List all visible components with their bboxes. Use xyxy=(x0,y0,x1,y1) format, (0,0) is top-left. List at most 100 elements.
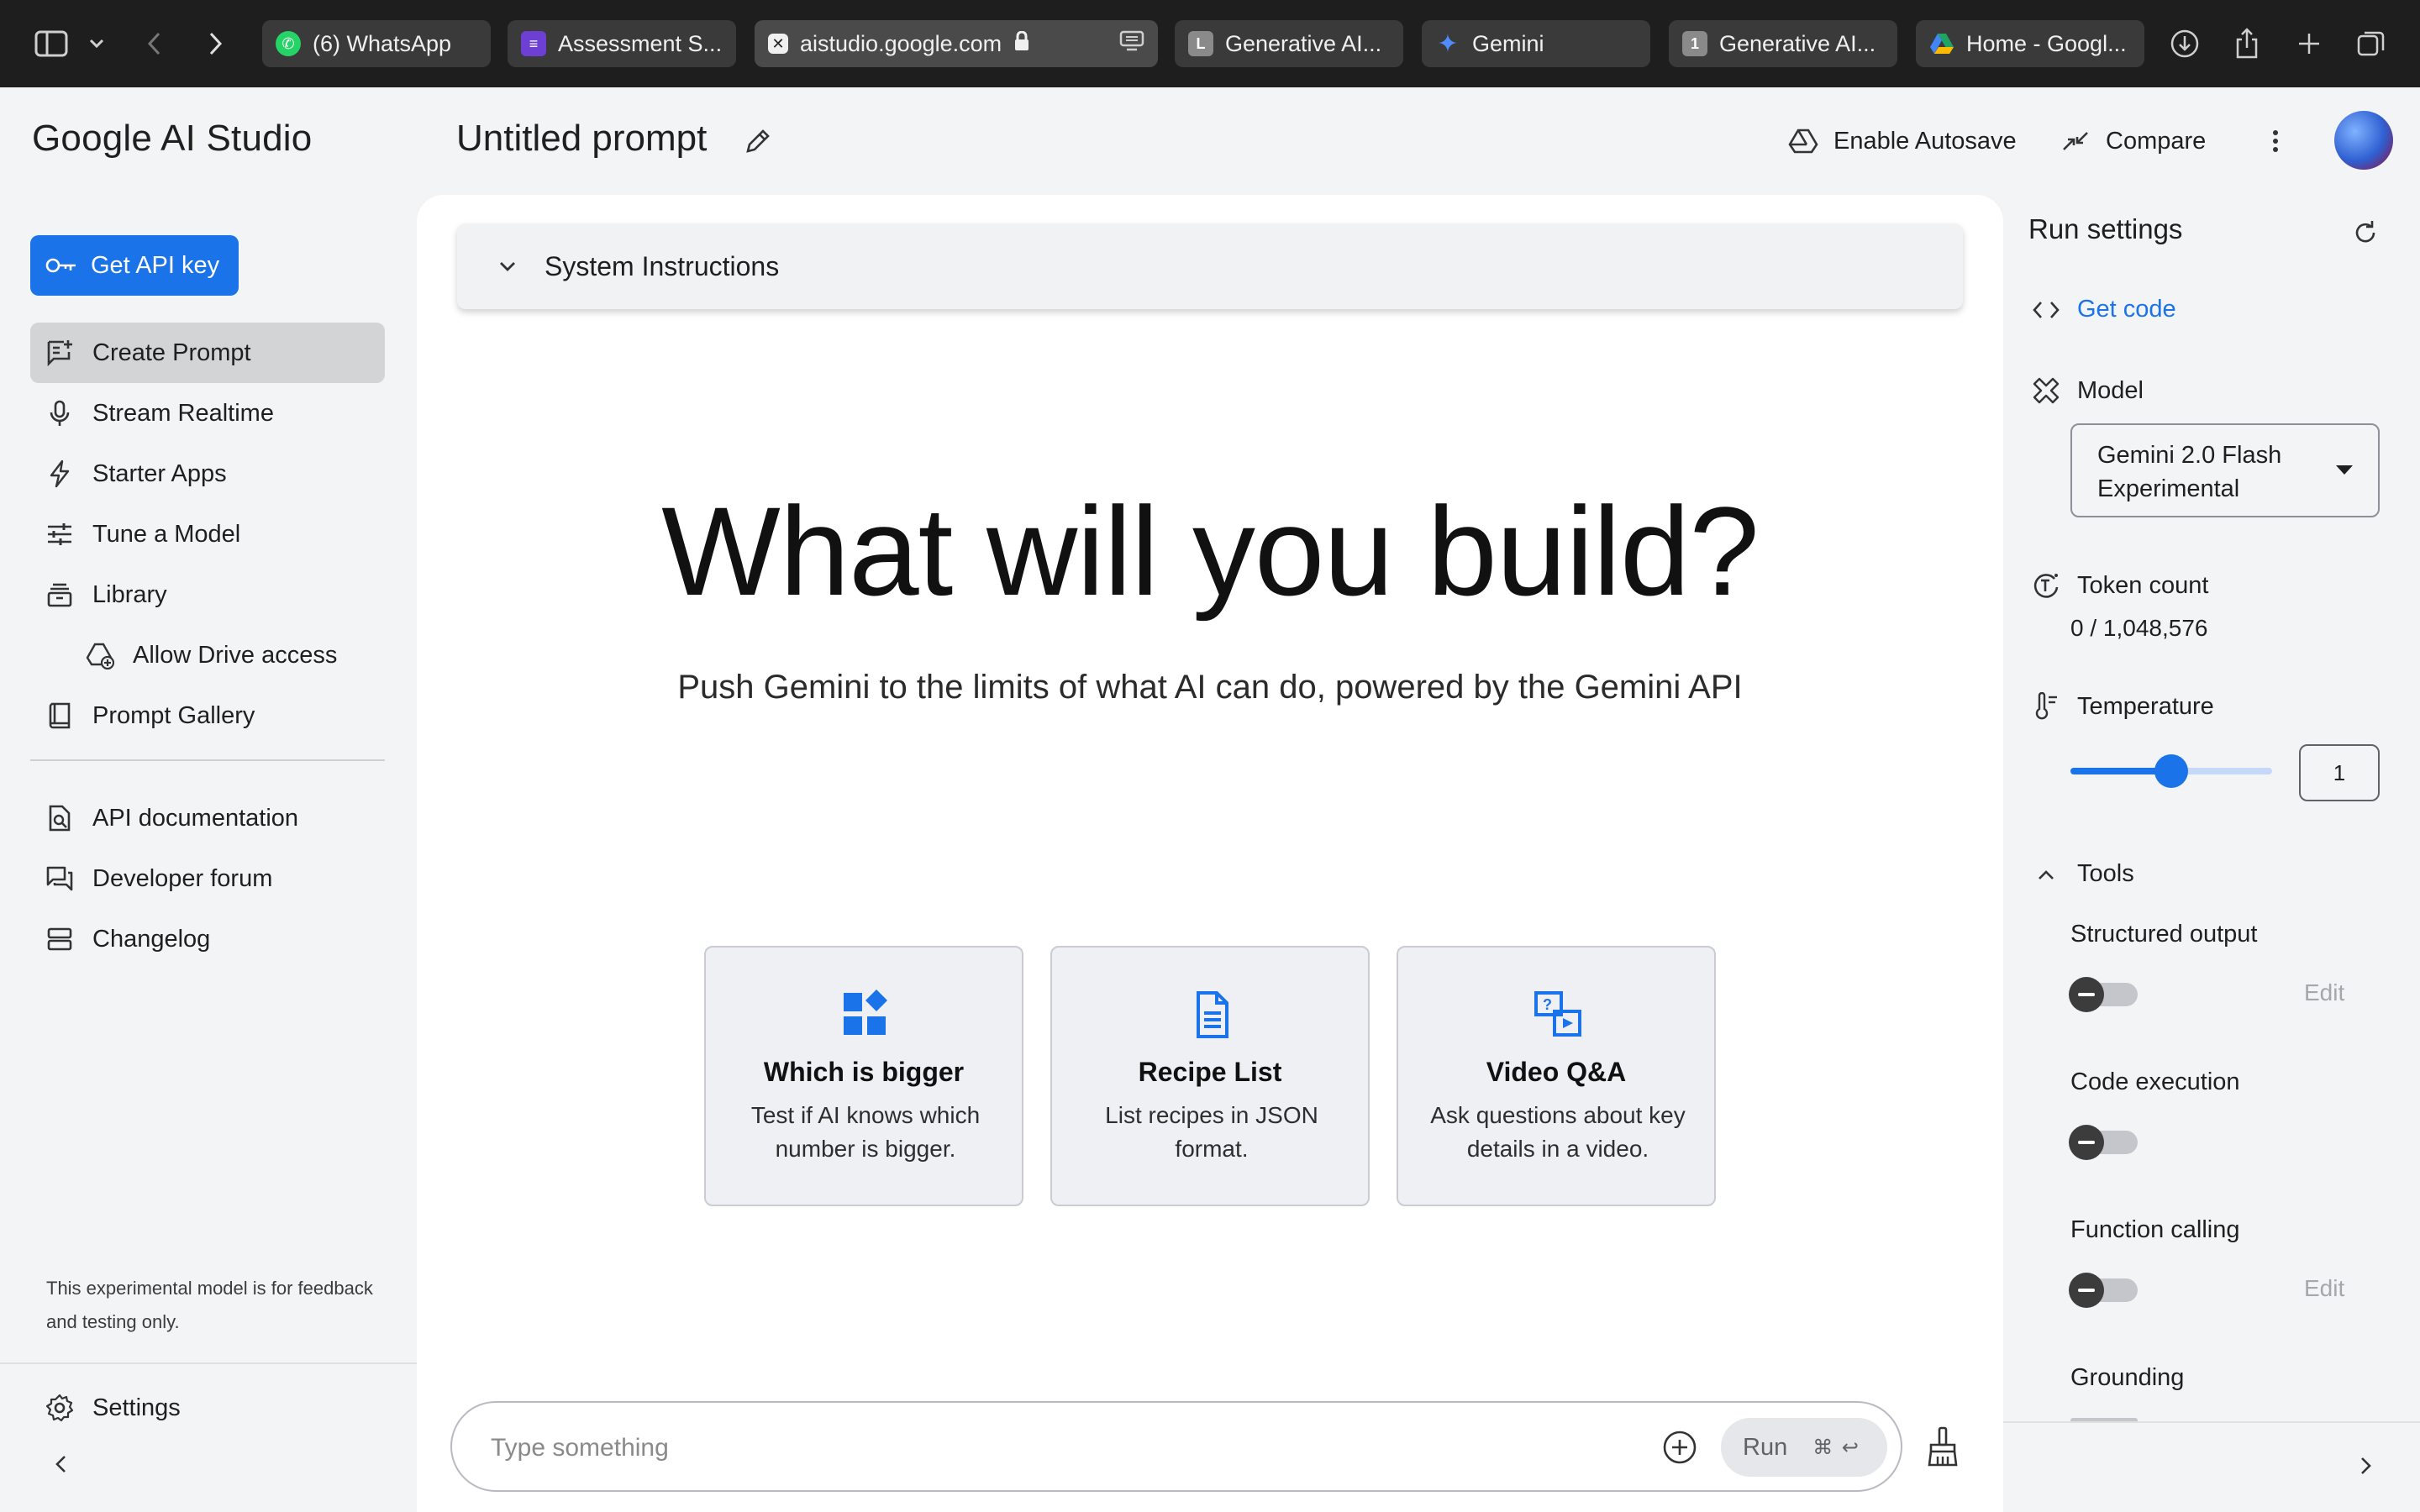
app-title: Google AI Studio xyxy=(32,118,313,159)
tab-label: Assessment S... xyxy=(558,30,723,56)
chevron-down-icon[interactable] xyxy=(84,24,109,64)
chevron-right-icon[interactable] xyxy=(2353,1453,2378,1478)
chevron-up-icon xyxy=(2039,869,2054,879)
model-select[interactable]: Gemini 2.0 Flash Experimental xyxy=(2070,423,2380,517)
avatar[interactable] xyxy=(2334,111,2393,170)
grounding-label: Grounding xyxy=(2070,1364,2185,1391)
system-instructions-panel[interactable]: System Instructions xyxy=(457,223,1963,309)
toggle-knob xyxy=(2069,1273,2104,1308)
tab-label: (6) WhatsApp xyxy=(313,30,452,56)
sidebar-item-changelog[interactable]: Changelog xyxy=(30,909,385,969)
browser-tab[interactable]: Home - Googl... xyxy=(1916,20,2144,67)
video-qa-icon: ? xyxy=(1534,991,1581,1037)
get-api-key-label: Get API key xyxy=(91,251,220,279)
browser-tab[interactable]: L Generative AI... xyxy=(1175,20,1403,67)
sidebar-item-library[interactable]: Library xyxy=(30,564,385,625)
sidebar-item-label: Stream Realtime xyxy=(92,399,274,427)
temperature-slider[interactable] xyxy=(2070,754,2272,788)
pencil-icon[interactable] xyxy=(743,126,773,156)
temperature-label: Temperature xyxy=(2077,692,2214,720)
browser-tab-active[interactable]: ✕ aistudio.google.com xyxy=(755,20,1158,67)
temperature-input[interactable]: 1 xyxy=(2299,744,2380,801)
bolt-icon xyxy=(50,459,70,488)
hero-heading: What will you build? xyxy=(661,480,1760,622)
function-calling-toggle[interactable] xyxy=(2069,1273,2138,1308)
sidebar-item-label: Tune a Model xyxy=(92,520,241,548)
reset-icon[interactable] xyxy=(2351,218,2380,247)
structured-output-edit[interactable]: Edit xyxy=(2304,979,2344,1006)
get-code-label: Get code xyxy=(2077,296,2176,323)
run-button[interactable]: Run ⌘ ↩ xyxy=(1721,1418,1887,1477)
run-settings-footer-divider xyxy=(2003,1421,2420,1423)
model-section-label: Model xyxy=(2032,376,2144,405)
sidebar-item-tune-a-model[interactable]: Tune a Model xyxy=(30,504,385,564)
prompt-input[interactable] xyxy=(491,1425,1583,1472)
document-icon xyxy=(1197,991,1228,1038)
enable-autosave-button[interactable]: Enable Autosave xyxy=(1788,124,2017,158)
function-calling-edit[interactable]: Edit xyxy=(2304,1275,2344,1302)
compare-button[interactable]: Compare xyxy=(2060,124,2206,158)
forward-icon[interactable] xyxy=(198,24,232,64)
code-execution-label: Code execution xyxy=(2070,1068,2240,1095)
structured-output-toggle[interactable] xyxy=(2069,977,2138,1012)
sidebar-item-stream-realtime[interactable]: Stream Realtime xyxy=(30,383,385,444)
gemini-sparkle-icon: ✦ xyxy=(1437,29,1459,58)
changelog-icon xyxy=(47,927,72,951)
token-icon xyxy=(2033,574,2059,598)
prompt-title[interactable]: Untitled prompt xyxy=(456,118,707,160)
sidebar-toggle-icon[interactable] xyxy=(30,24,72,64)
more-vert-icon[interactable] xyxy=(2260,126,2291,156)
main-panel xyxy=(417,195,2003,1512)
address-text: aistudio.google.com xyxy=(800,30,1002,56)
prompt-card-recipe-list[interactable]: Recipe List List recipes in JSON format. xyxy=(1050,946,1370,1206)
prompt-card-video-qa[interactable]: ? Video Q&A Ask questions about key deta… xyxy=(1397,946,1716,1206)
tab-label: Generative AI... xyxy=(1719,30,1876,56)
browser-tab[interactable]: ✦ Gemini xyxy=(1422,20,1650,67)
key-icon xyxy=(45,258,76,273)
gear-icon xyxy=(45,1394,74,1422)
sidebar-item-starter-apps[interactable]: Starter Apps xyxy=(30,444,385,504)
sidebar-item-allow-drive-access[interactable]: Allow Drive access xyxy=(71,625,385,685)
tab-label: Gemini xyxy=(1472,30,1544,56)
sidebar-link-label: Developer forum xyxy=(92,864,273,892)
back-icon[interactable] xyxy=(138,24,171,64)
share-icon[interactable] xyxy=(2228,24,2265,64)
code-execution-toggle[interactable] xyxy=(2069,1125,2138,1160)
clear-chat-icon[interactable] xyxy=(1924,1426,1961,1467)
token-count-value: 0 / 1,048,576 xyxy=(2070,615,2208,641)
experimental-disclaimer: This experimental model is for feedback … xyxy=(46,1278,373,1332)
sidebar-item-prompt-gallery[interactable]: Prompt Gallery xyxy=(30,685,385,746)
new-tab-icon[interactable] xyxy=(2291,24,2328,64)
chevron-down-icon[interactable] xyxy=(497,260,518,273)
run-shortcut: ⌘ ↩ xyxy=(1812,1436,1860,1459)
reader-icon[interactable] xyxy=(1119,30,1144,58)
tools-label: Tools xyxy=(2077,860,2134,887)
temperature-slider-thumb[interactable] xyxy=(2154,754,2188,788)
toggle-knob xyxy=(2069,977,2104,1012)
browser-tab[interactable]: ≡ Assessment S... xyxy=(508,20,736,67)
add-media-icon[interactable] xyxy=(1662,1430,1697,1465)
doc-search-icon xyxy=(49,805,71,832)
sidebar-item-label: Starter Apps xyxy=(92,459,227,487)
widgets-icon xyxy=(844,990,887,1035)
get-code-link[interactable]: Get code xyxy=(2032,296,2176,323)
collapse-sidebar-icon[interactable] xyxy=(49,1452,74,1477)
lock-icon xyxy=(1013,30,1030,57)
prompt-card-which-is-bigger[interactable]: Which is bigger Test if AI knows which n… xyxy=(704,946,1023,1206)
browser-tab[interactable]: 1 Generative AI... xyxy=(1669,20,1897,67)
card-title: Recipe List xyxy=(1138,1057,1282,1087)
browser-tab[interactable]: ✆ (6) WhatsApp xyxy=(262,20,491,67)
download-icon[interactable] xyxy=(2166,24,2203,64)
sidebar-item-api-documentation[interactable]: API documentation xyxy=(30,788,385,848)
book-icon xyxy=(49,702,71,729)
sidebar-item-create-prompt[interactable]: Create Prompt xyxy=(30,323,385,383)
tab-overview-icon[interactable] xyxy=(2353,24,2390,64)
model-icon xyxy=(2033,377,2060,404)
sidebar-item-settings[interactable]: Settings xyxy=(30,1378,385,1438)
get-api-key-button[interactable]: Get API key xyxy=(30,235,239,296)
settings-label: Settings xyxy=(92,1394,181,1421)
forum-icon xyxy=(46,866,73,891)
tools-section-toggle[interactable]: Tools xyxy=(2032,860,2134,888)
sidebar-item-developer-forum[interactable]: Developer forum xyxy=(30,848,385,909)
code-icon xyxy=(2033,301,2060,318)
